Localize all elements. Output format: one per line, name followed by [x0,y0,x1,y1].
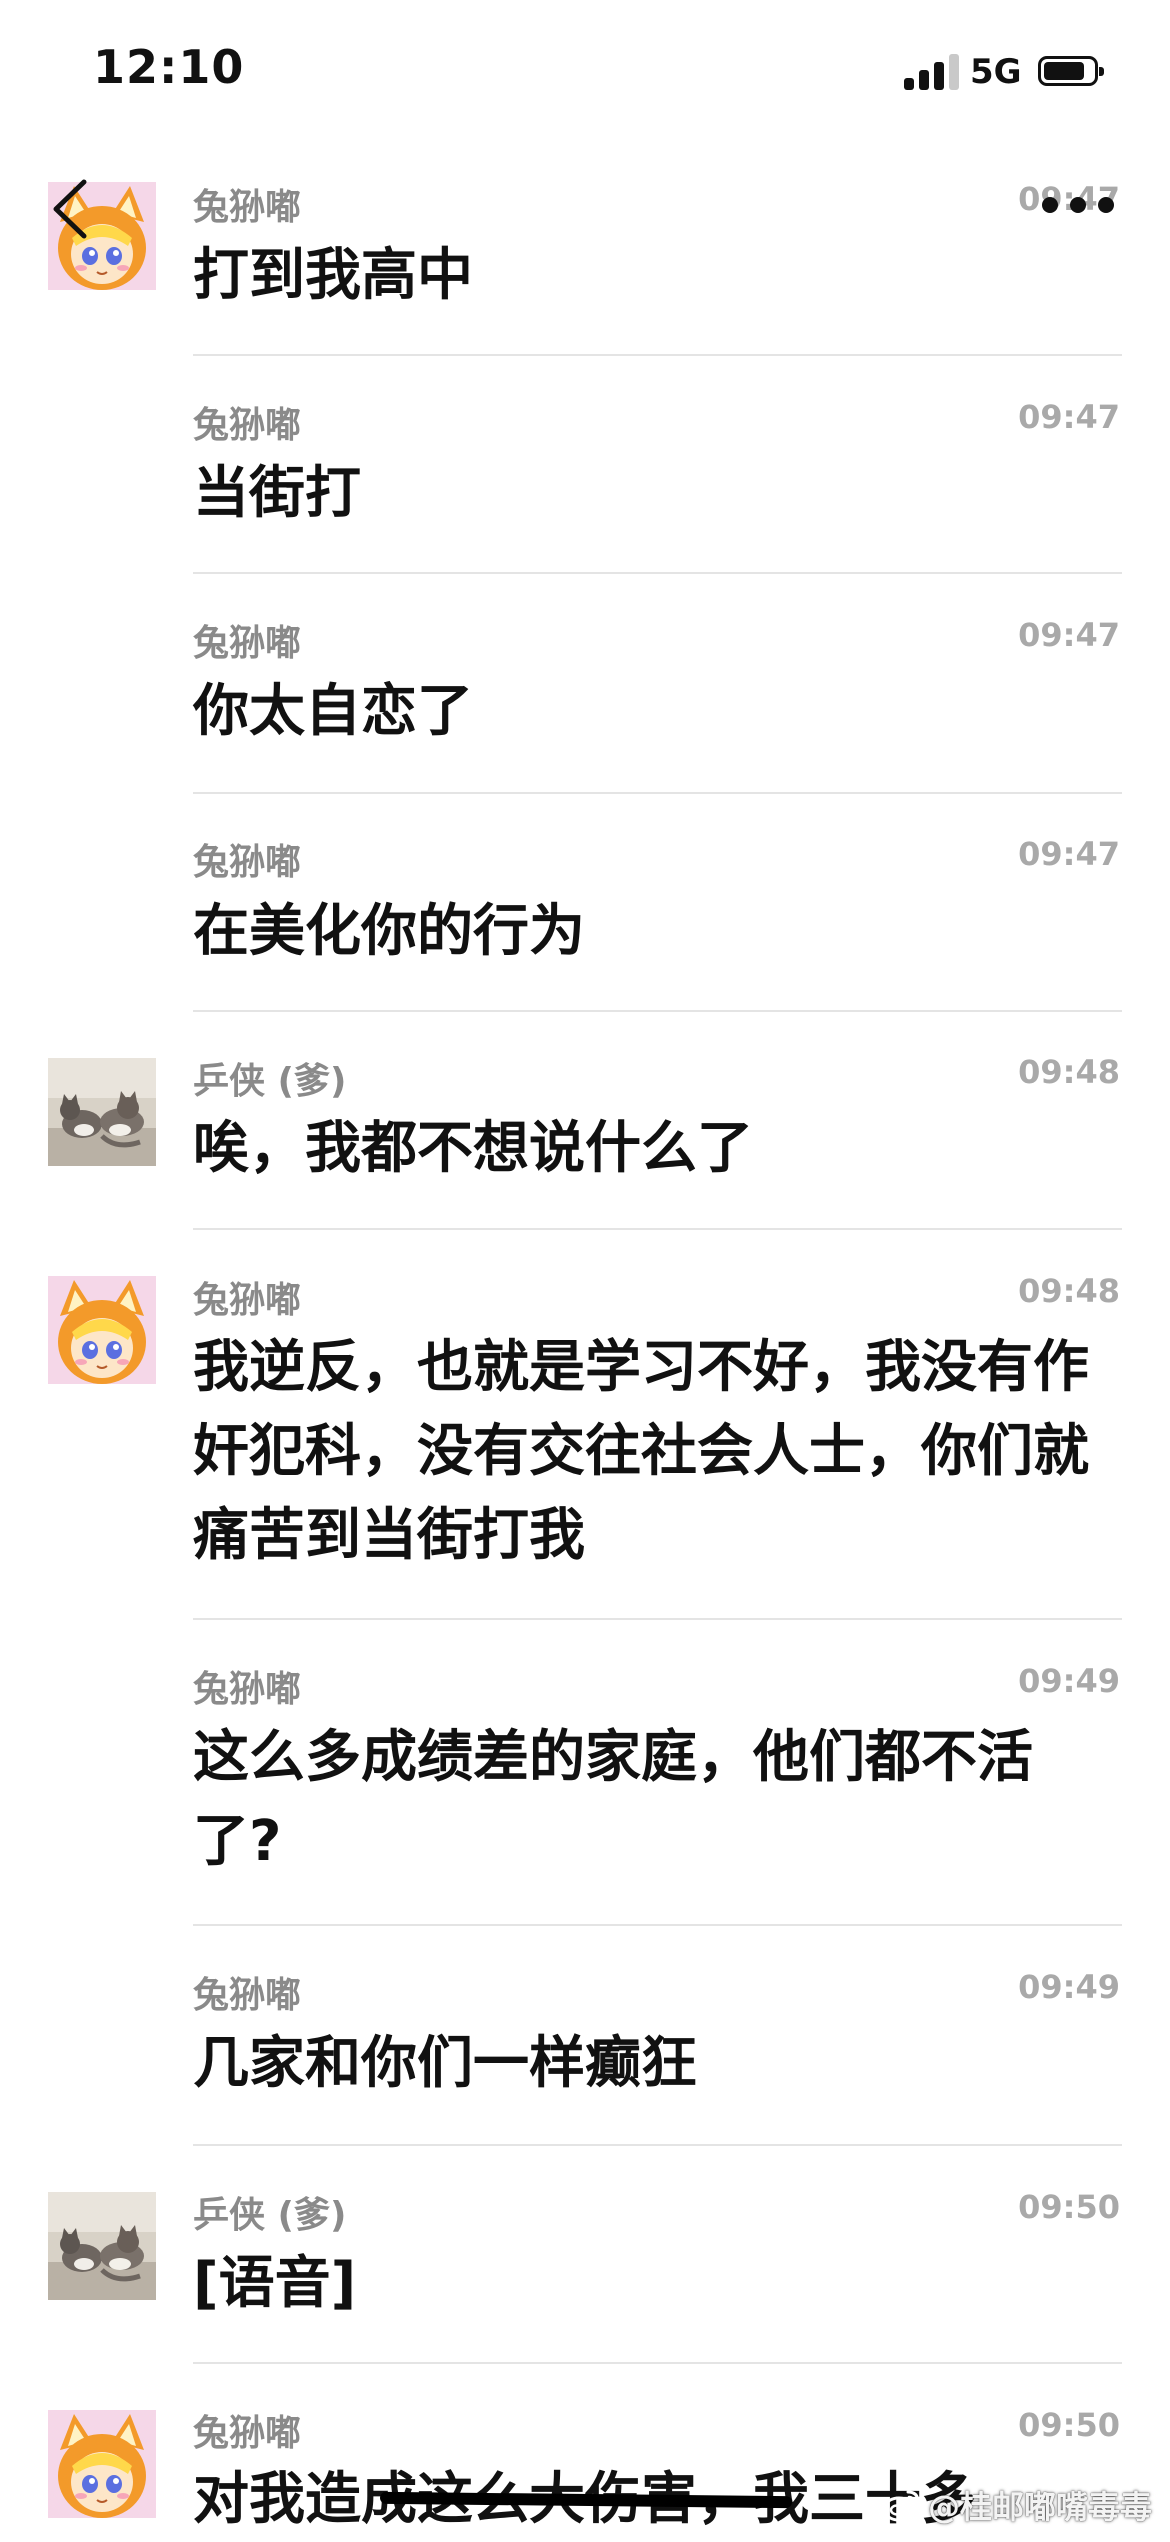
divider [193,1010,1122,1012]
chevron-left-icon[interactable] [44,174,104,244]
divider [193,1618,1122,1620]
message-text: 你太自恋了 [193,679,473,744]
weibo-icon [882,2490,920,2522]
cats-avatar[interactable] [48,2192,156,2300]
watermark-text: @桂邮嘟嘴毒毒 [927,2488,1152,2526]
fox-avatar[interactable] [48,1276,156,1384]
fox-avatar[interactable] [48,2410,156,2518]
message-text: 我逆反，也就是学习不好，我没有作奸犯科，没有交往社会人士，你们就痛苦到当街打我 [193,1335,1089,1568]
sender-name: 乒侠 (爹) [193,2195,347,2236]
message-time: 09:50 [1018,2406,1120,2444]
divider [193,2362,1122,2364]
sender-name: 兔狲嘟 [193,842,302,883]
watermark: @桂邮嘟嘴毒毒 [882,2478,1152,2532]
message-time: 09:48 [1018,1053,1120,1091]
divider [193,2144,1122,2146]
message-text: 这么多成绩差的家庭，他们都不活了? [193,1725,1033,1874]
voice-message[interactable]: [语音] [193,2242,1093,2326]
message-time: 09:50 [1018,2188,1120,2226]
sender-name: 兔狲嘟 [193,405,302,446]
divider [193,354,1122,356]
message-time: 09:47 [1018,616,1120,654]
sender-name: 兔狲嘟 [193,1280,302,1321]
divider [193,1228,1122,1230]
message-time: 09:49 [1018,1662,1120,1700]
message-text: 在美化你的行为 [193,899,585,964]
sender-name: 兔狲嘟 [193,1669,302,1710]
message-list[interactable]: 兔狲嘟 09:47 打到我高中 兔狲嘟 09:47 当街打 兔狲嘟 09:47 … [0,0,1170,2532]
divider [193,792,1122,794]
message-text: 唉，我都不想说什么了 [193,1116,753,1181]
sender-name: 兔狲嘟 [193,187,302,228]
message-time: 09:48 [1018,1272,1120,1310]
sender-name: 乒侠 (爹) [193,1061,347,1102]
more-dots-icon[interactable] [1040,190,1116,220]
message-text: 当街打 [193,461,361,526]
message-time: 09:49 [1018,1968,1120,2006]
message-text: 几家和你们一样癫狂 [193,2031,697,2096]
sender-name: 兔狲嘟 [193,2413,302,2454]
divider [193,572,1122,574]
sender-name: 兔狲嘟 [193,1975,302,2016]
message-time: 09:47 [1018,835,1120,873]
cats-avatar[interactable] [48,1058,156,1166]
sender-name: 兔狲嘟 [193,623,302,664]
message-time: 09:47 [1018,398,1120,436]
divider [193,1924,1122,1926]
message-text: 打到我高中 [193,243,473,308]
